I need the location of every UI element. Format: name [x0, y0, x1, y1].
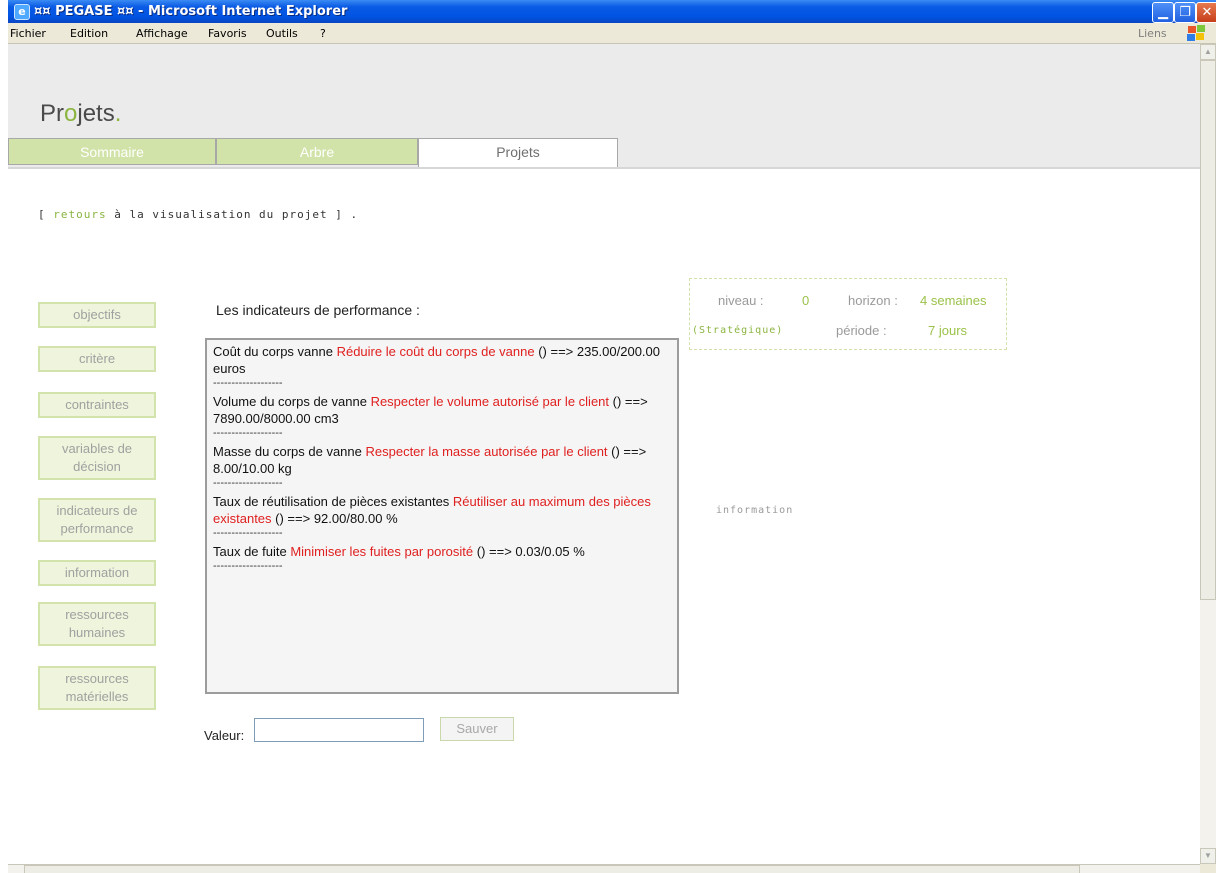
sidebar-information-button[interactable]: information — [38, 560, 156, 586]
indicator-result: () ==> 92.00/80.00 % — [271, 511, 398, 526]
indicator-name: Volume du corps de vanne — [213, 394, 371, 409]
valeur-label: Valeur: — [204, 728, 245, 743]
page-viewport: Projets. Sommaire Arbre Projets [ retour… — [8, 44, 1200, 864]
indicator-item[interactable]: Coût du corps vanne Réduire le coût du c… — [213, 343, 671, 389]
title-part: Pr — [40, 100, 64, 127]
close-button[interactable]: ✕ — [1196, 2, 1216, 23]
ie-icon: e — [14, 4, 30, 20]
title-dot: . — [114, 100, 122, 127]
screen-edge — [0, 0, 8, 873]
indicator-separator: ------------------- — [213, 427, 283, 439]
indicator-separator: ------------------- — [213, 527, 283, 539]
menu-bar: Fichier Edition Affichage Favoris Outils… — [8, 23, 1216, 44]
indicator-name: Taux de fuite — [213, 544, 291, 559]
indicator-item[interactable]: Masse du corps de vanne Respecter la mas… — [213, 443, 671, 489]
indicator-goal: Minimiser les fuites par porosité — [290, 544, 474, 559]
indicator-name: Coût du corps vanne — [213, 344, 337, 359]
scroll-down-icon[interactable]: ▼ — [1200, 848, 1216, 864]
indicator-item[interactable]: Taux de fuite Minimiser les fuites par p… — [213, 543, 671, 572]
windows-logo-icon — [1184, 24, 1210, 42]
horizon-value: 4 semaines — [920, 293, 987, 308]
indicator-goal: Respecter la masse autorisée par le clie… — [365, 444, 608, 459]
tab-projets[interactable]: Projets — [418, 138, 618, 167]
menu-edition[interactable]: Edition — [70, 27, 108, 40]
indicator-goal: Respecter le volume autorisé par le clie… — [370, 394, 610, 409]
indicator-separator: ------------------- — [213, 377, 283, 389]
menu-affichage[interactable]: Affichage — [136, 27, 188, 40]
indicators-heading: Les indicateurs de performance : — [216, 302, 420, 318]
horizontal-scrollbar[interactable] — [8, 864, 1200, 873]
indicator-separator: ------------------- — [213, 560, 283, 572]
vertical-scrollbar[interactable]: ▲ ▼ — [1200, 44, 1216, 864]
horizontal-scroll-thumb[interactable] — [24, 865, 1080, 873]
tab-sommaire[interactable]: Sommaire — [8, 138, 216, 165]
sidebar-critere-button[interactable]: critère — [38, 346, 156, 372]
title-accent-letter: o — [64, 100, 78, 127]
minimize-button[interactable]: ▁ — [1152, 2, 1174, 23]
niveau-label: niveau : — [718, 293, 764, 308]
sidebar-indicateurs-button[interactable]: indicateurs de performance — [38, 498, 156, 542]
indicator-name: Taux de réutilisation de pièces existant… — [213, 494, 453, 509]
title-bar: e ¤¤ PEGASE ¤¤ - Microsoft Internet Expl… — [8, 0, 1216, 23]
sidebar-objectifs-button[interactable]: objectifs — [38, 302, 156, 328]
back-link[interactable]: retours — [53, 208, 106, 221]
indicators-list[interactable]: Coût du corps vanne Réduire le coût du c… — [205, 338, 679, 694]
menu-outils[interactable]: Outils — [266, 27, 298, 40]
horizon-label: horizon : — [848, 293, 898, 308]
indicator-item[interactable]: Volume du corps de vanne Respecter le vo… — [213, 393, 671, 439]
indicator-item[interactable]: Taux de réutilisation de pièces existant… — [213, 493, 671, 539]
back-text: à la visualisation du projet ] . — [106, 208, 359, 221]
indicator-goal: Réduire le coût du corps de vanne — [336, 344, 535, 359]
links-toolbar[interactable]: Liens — [1138, 27, 1167, 40]
periode-label: période : — [836, 323, 887, 338]
scroll-up-icon[interactable]: ▲ — [1200, 44, 1216, 60]
sidebar-variables-button[interactable]: variables de décision — [38, 436, 156, 480]
back-link-line: [ retours à la visualisation du projet ]… — [38, 208, 358, 221]
window-title: ¤¤ PEGASE ¤¤ - Microsoft Internet Explor… — [34, 4, 348, 19]
bracket-open: [ — [38, 208, 54, 221]
save-button[interactable]: Sauver — [440, 717, 514, 741]
periode-value: 7 jours — [928, 323, 968, 338]
scroll-thumb[interactable] — [1200, 60, 1216, 600]
title-part: jets — [77, 100, 115, 127]
browser-window: e ¤¤ PEGASE ¤¤ - Microsoft Internet Expl… — [8, 0, 1216, 873]
indicator-result: () ==> 0.03/0.05 % — [473, 544, 585, 559]
information-legend: information — [712, 505, 798, 516]
page-title: Projets. — [40, 100, 121, 128]
indicator-name: Masse du corps de vanne — [213, 444, 366, 459]
menu-help[interactable]: ? — [320, 27, 326, 40]
level-type: (Stratégique) — [692, 325, 784, 336]
restore-button[interactable]: ❐ — [1174, 2, 1196, 23]
sidebar-ressources-materielles-button[interactable]: ressources matérielles — [38, 666, 156, 710]
menu-fichier[interactable]: Fichier — [10, 27, 46, 40]
sidebar-contraintes-button[interactable]: contraintes — [38, 392, 156, 418]
header-divider — [8, 167, 1200, 169]
menu-favoris[interactable]: Favoris — [208, 27, 247, 40]
niveau-value: 0 — [802, 293, 810, 308]
sidebar-ressources-humaines-button[interactable]: ressources humaines — [38, 602, 156, 646]
information-panel: information niveau : 0 horizon : 4 semai… — [689, 278, 1007, 516]
indicator-separator: ------------------- — [213, 477, 283, 489]
tab-arbre[interactable]: Arbre — [216, 138, 418, 165]
valeur-input[interactable] — [254, 718, 424, 742]
